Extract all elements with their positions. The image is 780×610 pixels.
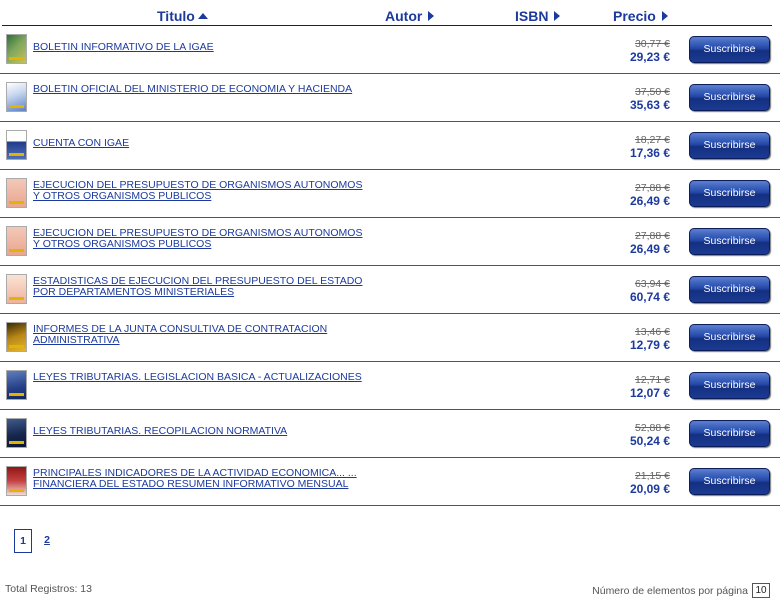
publication-cover-thumbnail[interactable]	[6, 274, 27, 304]
publication-cover-thumbnail[interactable]	[6, 370, 27, 400]
discounted-price: 50,24 €	[629, 434, 670, 448]
publication-list: BOLETIN INFORMATIVO DE LA IGAE 30,77 €29,…	[0, 26, 780, 506]
items-per-page: Número de elementos por página 10	[592, 583, 770, 598]
publication-cover-thumbnail[interactable]	[6, 34, 27, 64]
table-row: EJECUCION DEL PRESUPUESTO DE ORGANISMOS …	[0, 218, 780, 266]
sort-by-author[interactable]: Autor	[385, 8, 435, 24]
table-row: ESTADISTICAS DE EJECUCION DEL PRESUPUEST…	[0, 266, 780, 314]
subscribe-button[interactable]: Suscribirse	[689, 132, 770, 159]
original-price: 21,15 €	[634, 470, 670, 482]
subscribe-button[interactable]: Suscribirse	[689, 228, 770, 255]
table-row: PRINCIPALES INDICADORES DE LA ACTIVIDAD …	[0, 458, 780, 506]
original-price: 12,71 €	[634, 374, 670, 386]
subscribe-button[interactable]: Suscribirse	[689, 372, 770, 399]
sort-by-price[interactable]: Precio	[613, 8, 668, 24]
table-row: EJECUCION DEL PRESUPUESTO DE ORGANISMOS …	[0, 170, 780, 218]
sort-arrow-icon	[554, 11, 561, 22]
publication-title-link[interactable]: PRINCIPALES INDICADORES DE LA ACTIVIDAD …	[33, 468, 363, 490]
table-row: LEYES TRIBUTARIAS. LEGISLACION BASICA - …	[0, 362, 780, 410]
original-price: 13,46 €	[634, 326, 670, 338]
sort-ascending-icon	[197, 13, 208, 20]
table-row: BOLETIN INFORMATIVO DE LA IGAE 30,77 €29,…	[0, 26, 780, 74]
publication-cover-thumbnail[interactable]	[6, 418, 27, 448]
discounted-price: 26,49 €	[629, 194, 670, 208]
page-2-link[interactable]: 2	[38, 529, 56, 553]
sort-by-title[interactable]: Titulo	[157, 8, 208, 24]
sort-arrow-icon	[428, 11, 435, 22]
publication-title-link[interactable]: BOLETIN INFORMATIVO DE LA IGAE	[33, 42, 363, 53]
items-per-page-label: Número de elementos por página	[592, 584, 748, 597]
discounted-price: 60,74 €	[629, 290, 670, 304]
publication-title-link[interactable]: INFORMES DE LA JUNTA CONSULTIVA DE CONTR…	[33, 324, 363, 346]
table-row: INFORMES DE LA JUNTA CONSULTIVA DE CONTR…	[0, 314, 780, 362]
table-row: LEYES TRIBUTARIAS. RECOPILACION NORMATIV…	[0, 410, 780, 458]
subscribe-button[interactable]: Suscribirse	[689, 276, 770, 303]
publication-title-link[interactable]: BOLETIN OFICIAL DEL MINISTERIO DE ECONOM…	[33, 84, 363, 95]
publication-title-link[interactable]: CUENTA CON IGAE	[33, 138, 363, 149]
subscribe-button[interactable]: Suscribirse	[689, 324, 770, 351]
original-price: 37,50 €	[634, 86, 670, 98]
subscribe-button[interactable]: Suscribirse	[689, 180, 770, 207]
publication-cover-thumbnail[interactable]	[6, 178, 27, 208]
header-autor-label: Autor	[385, 8, 423, 24]
table-row: BOLETIN OFICIAL DEL MINISTERIO DE ECONOM…	[0, 74, 780, 122]
header-isbn-label: ISBN	[515, 8, 549, 24]
publication-cover-thumbnail[interactable]	[6, 226, 27, 256]
original-price: 63,94 €	[634, 278, 670, 290]
discounted-price: 35,63 €	[629, 98, 670, 112]
original-price: 27,88 €	[634, 230, 670, 242]
publication-title-link[interactable]: ESTADISTICAS DE EJECUCION DEL PRESUPUEST…	[33, 276, 363, 298]
sort-by-isbn[interactable]: ISBN	[515, 8, 561, 24]
total-records: Total Registros: 13	[5, 583, 92, 595]
publication-cover-thumbnail[interactable]	[6, 322, 27, 352]
subscribe-button[interactable]: Suscribirse	[689, 84, 770, 111]
publication-cover-thumbnail[interactable]	[6, 82, 27, 112]
discounted-price: 12,79 €	[629, 338, 670, 352]
page-1-current: 1	[14, 529, 32, 553]
discounted-price: 17,36 €	[629, 146, 670, 160]
subscribe-button[interactable]: Suscribirse	[689, 420, 770, 447]
header-titulo-label: Titulo	[157, 8, 195, 24]
subscribe-button[interactable]: Suscribirse	[689, 468, 770, 495]
discounted-price: 26,49 €	[629, 242, 670, 256]
original-price: 27,88 €	[634, 182, 670, 194]
publication-title-link[interactable]: EJECUCION DEL PRESUPUESTO DE ORGANISMOS …	[33, 180, 363, 202]
discounted-price: 29,23 €	[629, 50, 670, 64]
publication-cover-thumbnail[interactable]	[6, 130, 27, 160]
publication-title-link[interactable]: LEYES TRIBUTARIAS. RECOPILACION NORMATIV…	[33, 426, 363, 437]
sort-arrow-icon	[661, 11, 668, 22]
items-per-page-value[interactable]: 10	[752, 583, 770, 598]
discounted-price: 12,07 €	[629, 386, 670, 400]
header-precio-label: Precio	[613, 8, 656, 24]
table-row: CUENTA CON IGAE 18,27 €17,36 € Suscribirse	[0, 122, 780, 170]
discounted-price: 20,09 €	[629, 482, 670, 496]
publication-cover-thumbnail[interactable]	[6, 466, 27, 496]
publication-title-link[interactable]: EJECUCION DEL PRESUPUESTO DE ORGANISMOS …	[33, 228, 363, 250]
original-price: 52,88 €	[634, 422, 670, 434]
publication-title-link[interactable]: LEYES TRIBUTARIAS. LEGISLACION BASICA - …	[33, 372, 363, 383]
original-price: 18,27 €	[634, 134, 670, 146]
original-price: 30,77 €	[634, 38, 670, 50]
subscribe-button[interactable]: Suscribirse	[689, 36, 770, 63]
